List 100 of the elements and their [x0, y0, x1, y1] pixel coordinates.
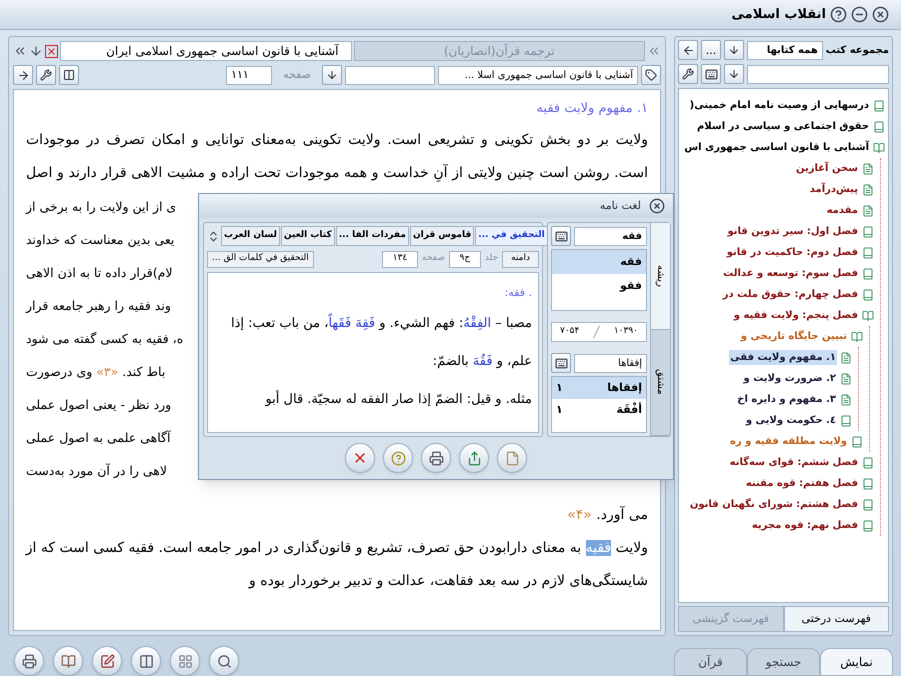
- counter-field: ۷۰۵۴ ۱۰۳۹۰: [551, 322, 647, 342]
- layout-button[interactable]: [170, 646, 200, 676]
- dictionary-tab[interactable]: قاموس قران: [410, 226, 474, 246]
- tree-item[interactable]: پیش‌درآمد: [808, 182, 859, 197]
- settings-button[interactable]: [36, 65, 56, 85]
- page-icon: [840, 352, 852, 364]
- book-icon: [60, 654, 76, 668]
- derived-item[interactable]: أفْقَهَ ۱: [552, 399, 646, 421]
- tree-item[interactable]: ۲. ضرورت ولایت و: [742, 371, 837, 386]
- export-button[interactable]: [459, 443, 489, 473]
- print-button[interactable]: [14, 646, 44, 676]
- text-line: شایستگی‌های لازم در سه بعد فقاهت، عدالت و تدبیر برخوردار بوده و: [249, 573, 648, 589]
- tree-item[interactable]: ۳. مفهوم و دایره اخ: [736, 392, 837, 407]
- down-arrow-icon[interactable]: [29, 44, 43, 58]
- section-field[interactable]: [345, 66, 435, 84]
- tree-item[interactable]: فصل هشتم: شورای نگهبان قانون: [688, 497, 859, 512]
- tree-item[interactable]: ولایت مطلقه فقیه و ره: [729, 434, 848, 449]
- collection-dropdown[interactable]: همه کتابها: [747, 40, 823, 60]
- tree-item[interactable]: ۱. مفهوم ولایت فقی: [729, 350, 837, 365]
- print-button[interactable]: [421, 443, 451, 473]
- help-icon[interactable]: [830, 6, 847, 23]
- tree-item[interactable]: فصل دوم: حاکمیت در قانو: [726, 245, 859, 260]
- text-line: لام)قرار داده تا به اذن الاهی: [26, 265, 172, 280]
- close-icon[interactable]: [872, 6, 889, 23]
- nav-tab[interactable]: جستجو: [747, 648, 820, 676]
- tag-icon: [645, 69, 657, 81]
- text-line: ورد نظر - یعنی اصول عملی: [26, 397, 172, 412]
- volume-field[interactable]: ج۹: [448, 250, 481, 268]
- text-line: باط کند. «۳» وی درصورت: [26, 364, 166, 379]
- root-item[interactable]: فقه: [552, 250, 646, 274]
- dropdown-button[interactable]: [724, 40, 744, 60]
- minimize-icon[interactable]: [851, 6, 868, 23]
- tree-item[interactable]: فصل هفتم: قوه مقننه: [744, 476, 859, 491]
- nav-tab[interactable]: قرآن: [674, 648, 747, 676]
- forward-button[interactable]: [13, 65, 33, 85]
- tree-item[interactable]: فصل سوم: توسعه و عدالت: [722, 266, 859, 281]
- keyboard-button[interactable]: [551, 353, 571, 373]
- book-icon: [862, 246, 874, 258]
- tree-item[interactable]: درسهایی از وصیت نامه امام خمینی(: [688, 98, 870, 113]
- tree-item[interactable]: فصل پنجم: ولایت فقیه و: [732, 308, 859, 323]
- keyboard-button[interactable]: [551, 226, 571, 246]
- help-button[interactable]: [383, 443, 413, 473]
- view-button[interactable]: [131, 646, 161, 676]
- entry-line: علم، و فَقُهَ بالضمّ:: [432, 354, 532, 369]
- search-button[interactable]: [209, 646, 239, 676]
- back-button[interactable]: [678, 40, 698, 60]
- printer-icon: [22, 654, 36, 668]
- book-icon: [862, 268, 874, 280]
- open-book-icon: [862, 310, 874, 322]
- dictionary-tab[interactable]: كتاب العين: [280, 226, 335, 246]
- root-item[interactable]: فقو: [552, 274, 646, 298]
- settings-button[interactable]: [678, 64, 698, 84]
- keyboard-button[interactable]: [701, 64, 721, 84]
- dropdown-button[interactable]: [322, 65, 342, 85]
- close-tab-icon[interactable]: [45, 44, 58, 58]
- book-icon: [862, 498, 874, 510]
- columns-icon: [63, 69, 75, 81]
- derived-item[interactable]: إفقاها ۱: [552, 377, 646, 399]
- derived-search-field[interactable]: إفقاها: [574, 354, 647, 372]
- page-field[interactable]: ۱۱۱: [226, 66, 272, 84]
- book-button[interactable]: [53, 646, 83, 676]
- export-icon: [466, 450, 482, 466]
- dictionary-tab[interactable]: لسان العرب: [221, 226, 280, 246]
- page-button[interactable]: [497, 443, 527, 473]
- search-field[interactable]: [747, 64, 889, 84]
- book-icon: [873, 120, 885, 132]
- page-icon: [862, 204, 874, 216]
- dictionary-tab[interactable]: مفردات الفا ...: [336, 226, 409, 246]
- document-tab[interactable]: آشنایی با قانون اساسی جمهوری اسلامی ایران: [60, 41, 352, 61]
- book-dropdown[interactable]: آشنایی با قانون اساسی جمهوری اسلا ...: [438, 66, 638, 84]
- columns-icon: [138, 654, 154, 668]
- split-view-button[interactable]: [59, 65, 79, 85]
- close-icon[interactable]: [649, 198, 665, 214]
- tree-item[interactable]: فصل اول: سیر تدوین قانو: [726, 224, 859, 239]
- entry-line: مثله. و قيل: الضمّ إذا صار الفقه له سجيّة. قال أبو: [265, 392, 532, 407]
- page-field[interactable]: ۱۳٤: [382, 250, 418, 268]
- tree-item[interactable]: فصل چهارم: حقوق ملت در: [722, 287, 859, 302]
- side-tab[interactable]: ریشه: [650, 223, 670, 330]
- dictionary-tab[interactable]: التحقیق في ...: [475, 226, 548, 246]
- section-heading: ۱. مفهوم ولایت فقیه: [536, 101, 648, 116]
- tree-item[interactable]: تبیین جایگاه تاریخی و: [740, 329, 848, 344]
- nav-tab[interactable]: نمایش: [820, 648, 893, 676]
- dropdown-button[interactable]: [724, 64, 744, 84]
- more-button[interactable]: ...: [701, 40, 721, 60]
- tree-item[interactable]: حقوق اجتماعی و سیاسی در اسلام: [696, 119, 870, 134]
- tree-item[interactable]: آشنایی با قانون اساسی جمهوری اس: [683, 140, 870, 155]
- side-tab[interactable]: مشتق: [650, 330, 670, 436]
- note-button[interactable]: [92, 646, 122, 676]
- root-search-field[interactable]: فقه: [574, 226, 647, 246]
- book-icon: [851, 436, 863, 448]
- scope-button[interactable]: دامنه: [502, 250, 539, 268]
- tree-item[interactable]: ٤. حکومت ولایی و: [744, 413, 837, 428]
- list-tab[interactable]: فهرست درختی: [784, 606, 889, 632]
- tree-item[interactable]: فصل نهم: قوه مجریه: [750, 518, 859, 533]
- close-button[interactable]: [345, 443, 375, 473]
- tree-item[interactable]: سخن آغازین: [794, 161, 859, 176]
- tree-item[interactable]: فصل ششم: قوای سه‌گانه: [728, 455, 859, 470]
- tag-button[interactable]: [641, 65, 661, 85]
- search-icon: [216, 654, 232, 668]
- tree-item[interactable]: مقدمه: [826, 203, 859, 218]
